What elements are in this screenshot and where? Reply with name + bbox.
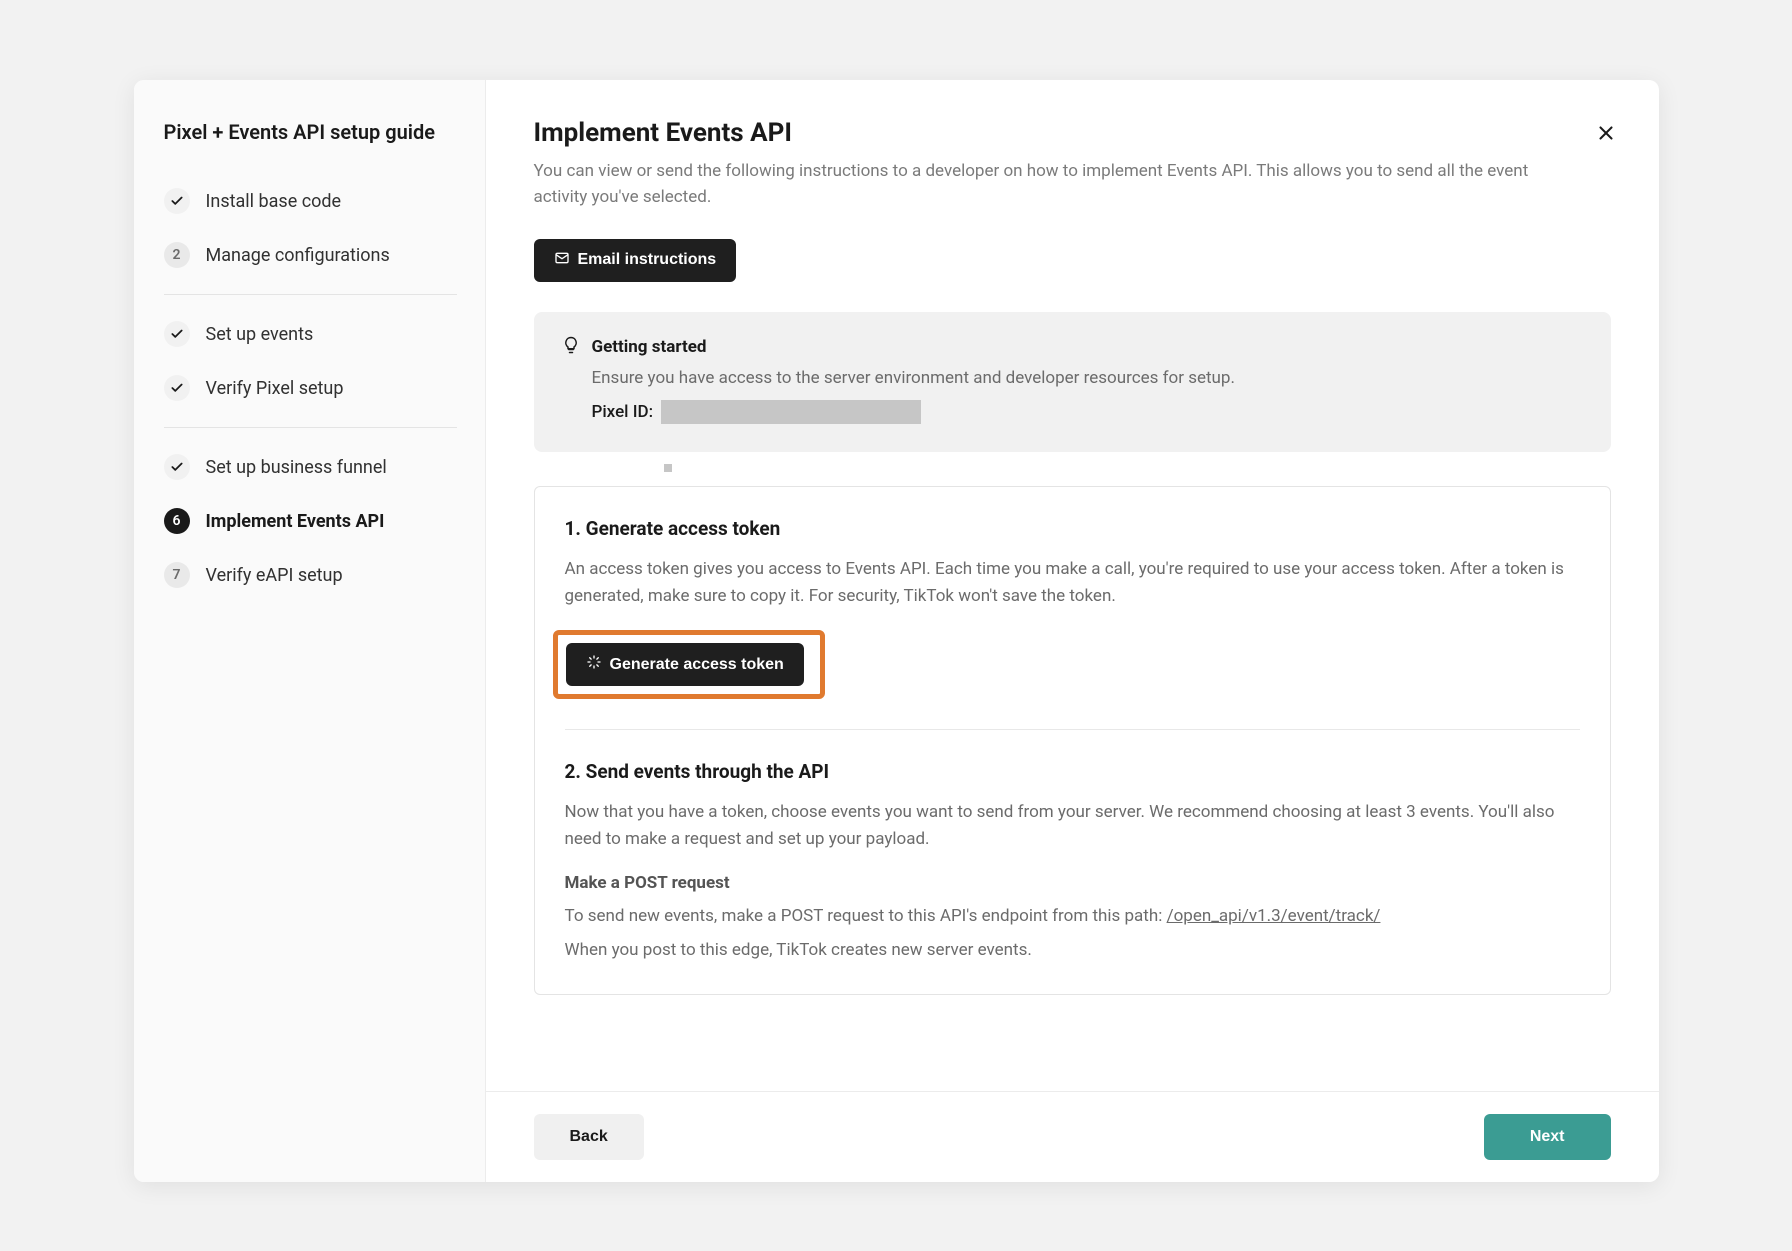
pixel-id-label: Pixel ID: (592, 402, 654, 422)
setup-guide-modal: Pixel + Events API setup guide Install b… (134, 80, 1659, 1182)
button-label: Generate access token (610, 656, 784, 674)
step-label: Install base code (206, 191, 342, 212)
modal-footer: Back Next (486, 1091, 1659, 1182)
step-label: Implement Events API (206, 511, 385, 532)
check-icon (164, 454, 190, 480)
sidebar-step-verify-pixel[interactable]: Verify Pixel setup (164, 361, 457, 415)
sparkle-icon (586, 654, 602, 675)
next-button[interactable]: Next (1484, 1114, 1611, 1160)
api-endpoint-path[interactable]: /open_api/v1.3/event/track/ (1167, 906, 1381, 926)
lightbulb-icon (562, 336, 580, 358)
step-label: Manage configurations (206, 245, 390, 266)
sidebar: Pixel + Events API setup guide Install b… (134, 80, 486, 1182)
page-description: You can view or send the following instr… (534, 158, 1584, 211)
sidebar-step-implement-events-api[interactable]: 6 Implement Events API (164, 494, 457, 548)
section-1-text: An access token gives you access to Even… (565, 556, 1580, 610)
main-content: Implement Events API You can view or sen… (486, 80, 1659, 1091)
highlight-annotation: Generate access token (553, 630, 825, 699)
main-panel: Implement Events API You can view or sen… (486, 80, 1659, 1182)
back-button[interactable]: Back (534, 1114, 644, 1160)
pixel-id-redacted (661, 400, 921, 424)
post-request-heading: Make a POST request (565, 873, 1580, 893)
step-label: Set up business funnel (206, 457, 387, 478)
getting-started-box: Getting started Ensure you have access t… (534, 312, 1611, 452)
sidebar-step-business-funnel[interactable]: Set up business funnel (164, 440, 457, 494)
check-icon (164, 375, 190, 401)
info-box-title: Getting started (592, 337, 707, 357)
small-indicator (664, 464, 672, 472)
sidebar-step-set-up-events[interactable]: Set up events (164, 307, 457, 361)
step-number-icon: 7 (164, 562, 190, 588)
section-2-text: Now that you have a token, choose events… (565, 799, 1580, 853)
step-label: Verify Pixel setup (206, 378, 344, 399)
divider (565, 729, 1580, 730)
email-instructions-button[interactable]: Email instructions (534, 239, 737, 282)
button-label: Email instructions (578, 251, 717, 269)
sidebar-step-verify-eapi[interactable]: 7 Verify eAPI setup (164, 548, 457, 602)
step-number-icon: 6 (164, 508, 190, 534)
sidebar-title: Pixel + Events API setup guide (164, 118, 457, 146)
step-number-icon: 2 (164, 242, 190, 268)
check-icon (164, 321, 190, 347)
divider (164, 294, 457, 295)
section-1-title: 1. Generate access token (565, 517, 1580, 540)
info-box-text: Ensure you have access to the server env… (592, 368, 1583, 388)
step-label: Verify eAPI setup (206, 565, 343, 586)
info-box-header: Getting started (562, 336, 1583, 358)
section-2-title: 2. Send events through the API (565, 760, 1580, 783)
sidebar-step-install-base-code[interactable]: Install base code (164, 174, 457, 228)
pixel-id-row: Pixel ID: (592, 400, 1583, 424)
generate-access-token-button[interactable]: Generate access token (566, 643, 804, 686)
post-request-text: To send new events, make a POST request … (565, 903, 1580, 930)
divider (164, 427, 457, 428)
sidebar-step-manage-configurations[interactable]: 2 Manage configurations (164, 228, 457, 282)
check-icon (164, 188, 190, 214)
instructions-card: 1. Generate access token An access token… (534, 486, 1611, 995)
page-title: Implement Events API (534, 118, 1584, 148)
post-request-followup: When you post to this edge, TikTok creat… (565, 937, 1580, 964)
mail-icon (554, 250, 570, 271)
step-label: Set up events (206, 324, 314, 345)
main-header: Implement Events API You can view or sen… (534, 118, 1611, 239)
close-icon[interactable] (1595, 122, 1617, 144)
